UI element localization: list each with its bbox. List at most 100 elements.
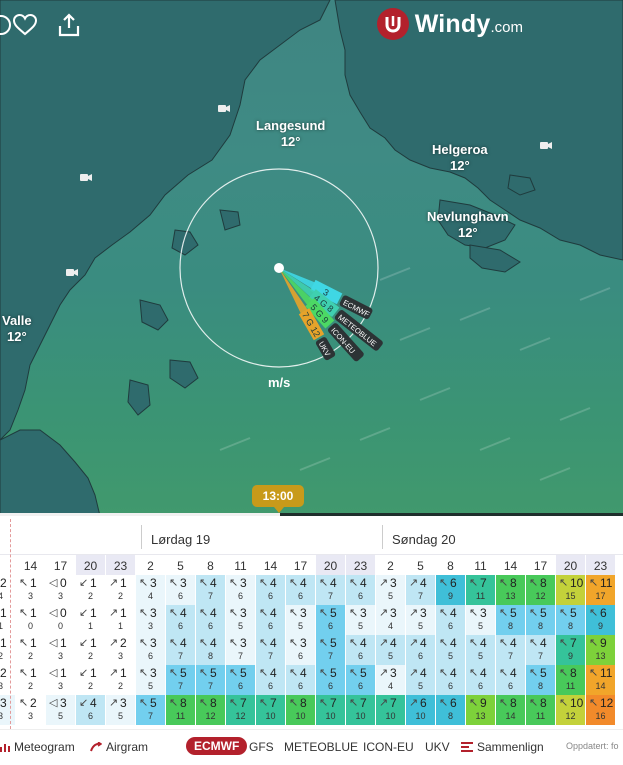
forecast-cell[interactable]: ↖ 4 7	[166, 635, 195, 665]
forecast-cell[interactable]: ↖ 7 10	[316, 695, 345, 725]
forecast-cell[interactable]: ↖ 3 6	[166, 575, 195, 605]
forecast-cell[interactable]: ↗ 4 6	[406, 635, 435, 665]
forecast-cell[interactable]: ↗ 6 10	[406, 695, 435, 725]
forecast-cell[interactable]: ↖ 8 11	[556, 665, 585, 695]
picker-center-dot[interactable]	[274, 263, 284, 273]
timeline-progress-bar[interactable]	[0, 513, 623, 516]
forecast-cell[interactable]: ↖ 3 5	[136, 665, 165, 695]
forecast-cell[interactable]: ↖ 1 3	[16, 575, 45, 605]
forecast-cell[interactable]: ↗ 3 4	[376, 605, 405, 635]
forecast-cell[interactable]: ↖ 9 13	[586, 635, 615, 665]
forecast-cell[interactable]: ◁ 0 0	[46, 605, 75, 635]
forecast-cell[interactable]: ↗23	[0, 665, 15, 695]
meteogram-tab[interactable]: Meteogram	[0, 740, 75, 754]
forecast-cell[interactable]: ↙ 4 6	[76, 695, 105, 725]
forecast-cell[interactable]: ↖ 11 14	[586, 665, 615, 695]
forecast-cell[interactable]: ↗33	[0, 695, 15, 725]
forecast-cell[interactable]: ↗ 4 5	[406, 665, 435, 695]
forecast-cell[interactable]: ↖ 4 5	[466, 635, 495, 665]
forecast-cell[interactable]: ↖ 4 6	[466, 665, 495, 695]
forecast-cell[interactable]: ↖ 4 6	[436, 605, 465, 635]
forecast-cell[interactable]: ↖ 5 8	[496, 605, 525, 635]
forecast-cell[interactable]: ↖ 3 4	[136, 575, 165, 605]
forecast-cell[interactable]: ↙ 1 1	[76, 605, 105, 635]
forecast-cell[interactable]: ↖ 5 8	[526, 665, 555, 695]
forecast-cell[interactable]: ↖ 5 6	[226, 665, 255, 695]
forecast-cell[interactable]: ↖ 8 12	[196, 695, 225, 725]
forecast-cell[interactable]: ↖ 5 8	[526, 605, 555, 635]
forecast-cell[interactable]: ↗11	[0, 605, 15, 635]
forecast-cell[interactable]: ↖ 1 2	[16, 635, 45, 665]
forecast-cell[interactable]: ↗ 3 5	[406, 605, 435, 635]
forecast-cell[interactable]: ↖ 5 8	[556, 605, 585, 635]
forecast-cell[interactable]: ↖ 5 6	[316, 665, 345, 695]
forecast-cell[interactable]: ↖ 3 7	[226, 635, 255, 665]
forecast-cell[interactable]: ↖ 11 17	[586, 575, 615, 605]
wind-picker[interactable]: 3ECMWF4 G 8METEOBLUE5 G 9ICON-EU7 G 12UK…	[0, 0, 623, 516]
forecast-cell[interactable]: ◁ 3 5	[46, 695, 75, 725]
forecast-cell[interactable]: ↖ 4 6	[196, 605, 225, 635]
forecast-cell[interactable]: ↙ 1 2	[76, 575, 105, 605]
forecast-cell[interactable]: ◁ 1 3	[46, 665, 75, 695]
forecast-cell[interactable]: ↖ 1 0	[16, 605, 45, 635]
forecast-cell[interactable]: ↖ 4 6	[436, 665, 465, 695]
forecast-cell[interactable]: ↗12	[106, 575, 135, 605]
forecast-cell[interactable]: ↖ 9 13	[466, 695, 495, 725]
forecast-cell[interactable]: ↖ 4 6	[346, 635, 375, 665]
forecast-cell[interactable]: ↖ 4 5	[436, 635, 465, 665]
forecast-cell[interactable]: ↙ 1 2	[76, 665, 105, 695]
forecast-cell[interactable]: ↗24	[0, 575, 15, 605]
weather-map[interactable]: Windy .com Langesund 12° Helgeroa 12° Nev…	[0, 0, 623, 516]
forecast-cell[interactable]: ↗12	[106, 665, 135, 695]
forecast-cell[interactable]: ↖ 4 7	[196, 575, 225, 605]
forecast-cell[interactable]: ↖ 4 7	[496, 635, 525, 665]
forecast-cell[interactable]: ↖ 4 8	[196, 635, 225, 665]
forecast-cell[interactable]: ◁ 0 3	[46, 575, 75, 605]
forecast-cell[interactable]: ↖ 5 7	[166, 665, 195, 695]
forecast-cell[interactable]: ↗12	[0, 635, 15, 665]
forecast-cell[interactable]: ↖ 5 7	[136, 695, 165, 725]
forecast-cell[interactable]: ↖ 10 15	[556, 575, 585, 605]
forecast-cell[interactable]: ↗23	[106, 635, 135, 665]
forecast-cell[interactable]: ↖ 4 7	[526, 635, 555, 665]
forecast-cell[interactable]: ↖ 3 6	[286, 635, 315, 665]
forecast-cell[interactable]: ↖ 6 8	[436, 695, 465, 725]
model-tab-gfs[interactable]: GFS	[249, 740, 274, 754]
model-tab-icon-eu[interactable]: ICON-EU	[363, 740, 414, 754]
forecast-cell[interactable]: ↖ 4 6	[346, 575, 375, 605]
forecast-cell[interactable]: ↙ 1 2	[76, 635, 105, 665]
forecast-cell[interactable]: ↖ 3 5	[226, 605, 255, 635]
forecast-cell[interactable]: ↖ 10 12	[556, 695, 585, 725]
forecast-cell[interactable]: ↖ 7 10	[346, 695, 375, 725]
forecast-cell[interactable]: ↖ 3 3	[136, 605, 165, 635]
forecast-cell[interactable]: ↖ 4 6	[256, 575, 285, 605]
forecast-cell[interactable]: ↖ 4 7	[256, 635, 285, 665]
timeline-current-time[interactable]: 13:00	[252, 485, 304, 513]
forecast-cell[interactable]: ↗ 7 10	[376, 695, 405, 725]
forecast-cell[interactable]: ↗ 3 5	[376, 575, 405, 605]
forecast-cell[interactable]: ↖ 7 9	[556, 635, 585, 665]
forecast-table[interactable]: Lørdag 19 Søndag 20 14 17 20 23 2 5 8 11 14 17 20 2…	[0, 519, 623, 729]
forecast-cell[interactable]: ↖ 5 7	[316, 635, 345, 665]
forecast-cell[interactable]: ↗11	[106, 605, 135, 635]
forecast-cell[interactable]: ↗ 3 5	[106, 695, 135, 725]
forecast-cell[interactable]: ↖ 3 5	[466, 605, 495, 635]
forecast-cell[interactable]: ↖ 6 9	[436, 575, 465, 605]
forecast-cell[interactable]: ↗ 4 5	[376, 635, 405, 665]
airgram-tab[interactable]: Airgram	[90, 740, 148, 754]
forecast-cell[interactable]: ◁ 1 3	[46, 635, 75, 665]
forecast-cell[interactable]: ↖ 4 7	[316, 575, 345, 605]
compare-tab[interactable]: Sammenlign	[461, 740, 544, 754]
forecast-cell[interactable]: ↖ 3 5	[346, 605, 375, 635]
forecast-cell[interactable]: ↖ 7 10	[256, 695, 285, 725]
model-tab-ukv[interactable]: UKV	[425, 740, 450, 754]
forecast-cell[interactable]: ↗ 4 7	[406, 575, 435, 605]
forecast-cell[interactable]: ↖ 3 5	[286, 605, 315, 635]
forecast-cell[interactable]: ↖ 4 6	[256, 665, 285, 695]
forecast-cell[interactable]: ↖ 4 6	[496, 665, 525, 695]
forecast-cell[interactable]: ↖ 2 3	[16, 695, 45, 725]
forecast-cell[interactable]: ↖ 8 14	[496, 695, 525, 725]
forecast-cell[interactable]: ↖ 8 11	[526, 695, 555, 725]
forecast-cell[interactable]: ↖ 5 7	[196, 665, 225, 695]
forecast-cell[interactable]: ↖ 8 11	[166, 695, 195, 725]
